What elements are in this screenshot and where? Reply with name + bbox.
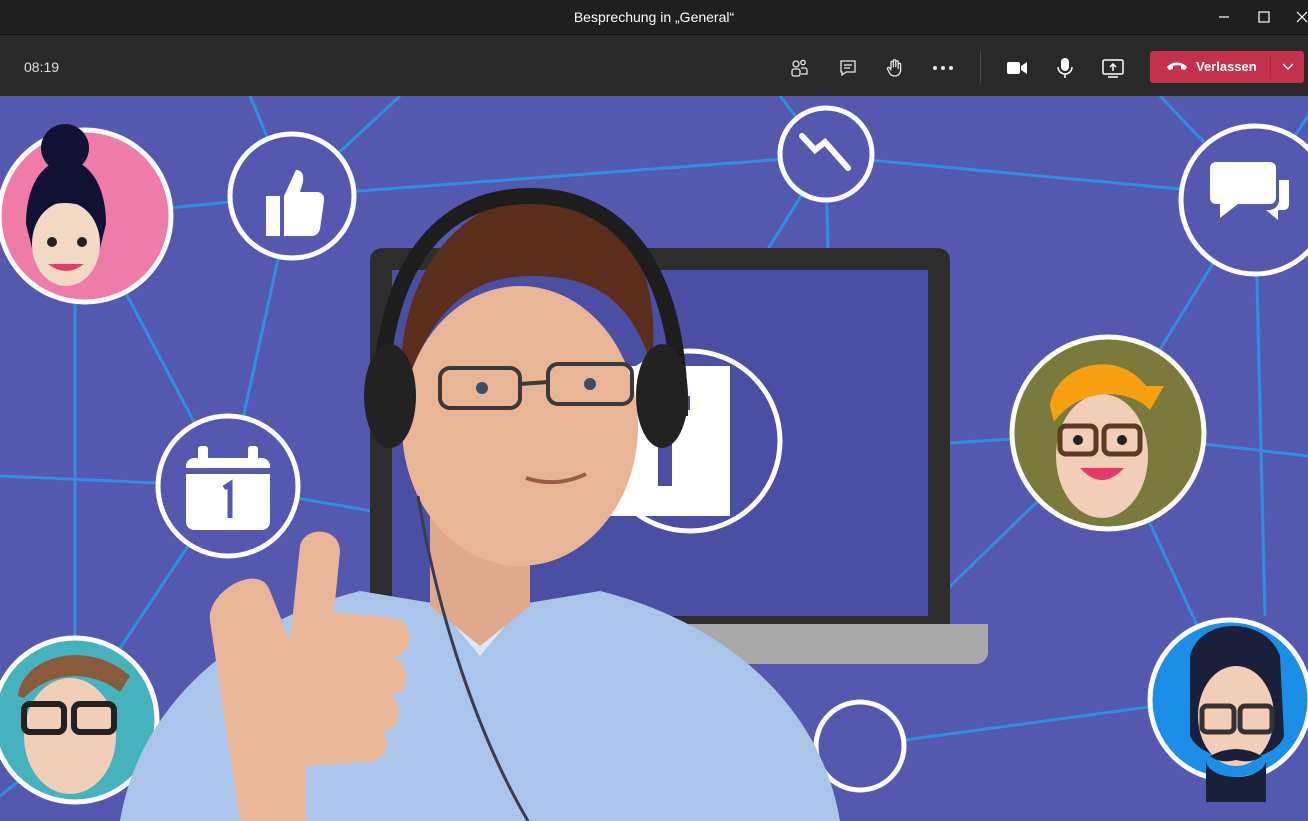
camera-icon[interactable] <box>1000 51 1034 85</box>
window-titlebar: Besprechung in „General“ <box>0 0 1308 34</box>
leave-button[interactable]: Verlassen <box>1150 51 1304 83</box>
close-icon[interactable] <box>1282 0 1308 34</box>
thumbs-up-icon <box>227 131 357 261</box>
leave-label: Verlassen <box>1196 59 1257 74</box>
minimize-icon[interactable] <box>1204 0 1244 34</box>
participants-icon[interactable] <box>782 51 816 85</box>
more-options-icon[interactable] <box>926 51 960 85</box>
video-stage <box>0 96 1308 821</box>
maximize-icon[interactable] <box>1244 0 1284 34</box>
speech-bubbles-icon <box>1178 123 1308 277</box>
hang-up-icon <box>1166 59 1188 78</box>
avatar-orange-hair <box>1009 334 1207 532</box>
meeting-toolbar: 08:19 Verlassen <box>0 34 1308 96</box>
toolbar-divider <box>980 51 981 83</box>
meeting-timer: 08:19 <box>24 59 60 75</box>
leave-divider <box>1270 55 1271 79</box>
window-title: Besprechung in „General“ <box>573 9 735 25</box>
microphone-icon[interactable] <box>1048 51 1082 85</box>
calendar-icon <box>155 413 301 559</box>
chevron-down-icon[interactable] <box>1272 51 1304 83</box>
raise-hand-icon[interactable] <box>878 51 912 85</box>
trend-down-icon <box>777 105 875 203</box>
background-scene <box>0 96 1308 821</box>
share-screen-icon[interactable] <box>1096 51 1130 85</box>
chat-icon[interactable] <box>831 51 865 85</box>
